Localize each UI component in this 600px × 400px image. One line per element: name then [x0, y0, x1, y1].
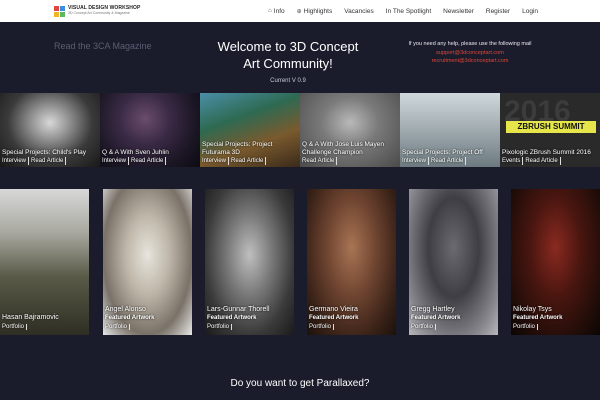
- artist-card[interactable]: Germano Vieira Featured Artwork Portfoli…: [307, 189, 396, 335]
- article-title: Q & A With Jose Luis Mayen Challenge Cha…: [302, 141, 385, 156]
- artist-role: Featured Artwork: [411, 315, 461, 321]
- artist-card[interactable]: Lars-Gunnar Thorell Featured Artwork Por…: [205, 189, 294, 335]
- read-article-link[interactable]: Read Article: [131, 157, 167, 165]
- artist-name: Nikolay Tsys: [513, 306, 552, 313]
- portfolio-link[interactable]: Portfolio: [207, 324, 233, 330]
- featured-artists: Hasan Bajramovic Portfolio Angel Alonso …: [0, 189, 600, 335]
- portfolio-link[interactable]: Portfolio: [309, 324, 335, 330]
- artist-card[interactable]: Angel Alonso Featured Artwork Portfolio: [103, 189, 192, 335]
- parallax-heading: Do you want to get Parallaxed?: [230, 378, 370, 389]
- nav-newsletter-label: Newsletter: [443, 7, 474, 15]
- nav-spotlight-label: In The Spotlight: [385, 7, 432, 15]
- read-article-link[interactable]: Read Article: [302, 157, 338, 165]
- nav-login-label: Login: [522, 7, 538, 15]
- artist-card[interactable]: Gregg Hartley Featured Artwork Portfolio: [409, 189, 498, 335]
- welcome-line-2: Art Community!: [243, 56, 333, 71]
- read-article-link[interactable]: Read Article: [525, 157, 561, 165]
- artist-name: Hasan Bajramovic: [2, 314, 59, 321]
- portfolio-link[interactable]: Portfolio: [2, 324, 28, 330]
- read-article-link[interactable]: Read Article: [431, 157, 467, 165]
- version-label: Current V 0.9: [270, 78, 306, 84]
- artist-name: Lars-Gunnar Thorell: [207, 306, 270, 313]
- nav-info[interactable]: ⌂ Info: [262, 8, 290, 15]
- nav-newsletter[interactable]: Newsletter: [437, 8, 480, 15]
- article-title: Special Projects: Project Off: [402, 149, 483, 156]
- main-nav: ⌂ Info ⊕ Highlights Vacancies In The Spo…: [262, 0, 544, 22]
- article-title: Special Projects: Child's Play: [2, 149, 86, 156]
- read-article-link[interactable]: Read Article: [31, 157, 67, 165]
- nav-info-label: Info: [273, 7, 285, 15]
- nav-vacancies[interactable]: Vacancies: [338, 8, 380, 15]
- logo-mark-icon: [54, 5, 65, 17]
- article-tag[interactable]: Interview: [2, 157, 30, 165]
- artist-name: Gregg Hartley: [411, 306, 455, 313]
- zbrush-summit-banner: ZBRUSH SUMMIT: [506, 121, 596, 133]
- article-tag[interactable]: Interview: [402, 157, 430, 165]
- article-tile[interactable]: Q & A With Sven Juhlin Interview Read Ar…: [100, 93, 200, 167]
- top-navigation-bar: VISUAL DESIGN WORKSHOP 3D Concept Art Co…: [0, 0, 600, 22]
- article-tile[interactable]: Special Projects: Project Futurama 3D In…: [200, 93, 300, 167]
- article-tile[interactable]: 2016 ZBRUSH SUMMIT Pixologic ZBrush Summ…: [500, 93, 600, 167]
- article-tile[interactable]: Q & A With Jose Luis Mayen Challenge Cha…: [300, 93, 400, 167]
- hero-section: Read the 3CA Magazine Welcome to 3D Conc…: [0, 22, 600, 92]
- nav-login[interactable]: Login: [516, 8, 544, 15]
- recruitment-email-link[interactable]: recruitment@3dconceptart.com: [388, 57, 552, 66]
- nav-spotlight[interactable]: In The Spotlight: [380, 8, 437, 15]
- welcome-heading: Welcome to 3D Concept Art Community!: [200, 38, 376, 72]
- nav-register-label: Register: [485, 7, 511, 15]
- article-tag[interactable]: Events: [502, 157, 524, 165]
- article-tile[interactable]: Special Projects: Child's Play Interview…: [0, 93, 100, 167]
- portfolio-link[interactable]: Portfolio: [513, 324, 539, 330]
- portfolio-link[interactable]: Portfolio: [105, 324, 131, 330]
- welcome-line-1: Welcome to 3D Concept: [217, 39, 359, 54]
- site-logo[interactable]: VISUAL DESIGN WORKSHOP 3D Concept Art Co…: [54, 3, 140, 19]
- article-strip: Special Projects: Child's Play Interview…: [0, 93, 600, 167]
- artist-role: Featured Artwork: [105, 315, 155, 321]
- artist-role: Featured Artwork: [207, 315, 257, 321]
- support-email-link[interactable]: support@3dconceptart.com: [388, 49, 552, 58]
- article-tile[interactable]: Special Projects: Project Off Interview …: [400, 93, 500, 167]
- article-tag[interactable]: Interview: [102, 157, 130, 165]
- logo-subtitle: 3D Concept Art Community & Magazine: [68, 11, 130, 16]
- nav-highlights[interactable]: ⊕ Highlights: [291, 8, 339, 15]
- magazine-link[interactable]: Read the 3CA Magazine: [54, 41, 152, 51]
- artist-card[interactable]: Nikolay Tsys Featured Artwork Portfolio: [511, 189, 600, 335]
- article-tag[interactable]: Interview: [202, 157, 230, 165]
- article-title: Pixologic ZBrush Summit 2016: [502, 149, 591, 156]
- read-article-link[interactable]: Read Article: [231, 157, 267, 165]
- home-icon: ⌂: [268, 8, 272, 14]
- globe-icon: ⊕: [296, 8, 302, 15]
- nav-register[interactable]: Register: [480, 8, 516, 15]
- artist-name: Germano Vieira: [309, 306, 358, 313]
- help-text: If you need any help, please use the fol…: [408, 41, 532, 47]
- help-info: If you need any help, please use the fol…: [388, 40, 552, 66]
- artist-role: Featured Artwork: [309, 315, 359, 321]
- nav-vacancies-label: Vacancies: [344, 7, 374, 15]
- article-title: Special Projects: Project Futurama 3D: [202, 141, 273, 156]
- artist-name: Angel Alonso: [105, 306, 146, 313]
- portfolio-link[interactable]: Portfolio: [411, 324, 437, 330]
- artist-card[interactable]: Hasan Bajramovic Portfolio: [0, 189, 89, 335]
- artist-role: Featured Artwork: [513, 315, 563, 321]
- nav-highlights-label: Highlights: [303, 7, 333, 15]
- article-title: Q & A With Sven Juhlin: [102, 149, 169, 156]
